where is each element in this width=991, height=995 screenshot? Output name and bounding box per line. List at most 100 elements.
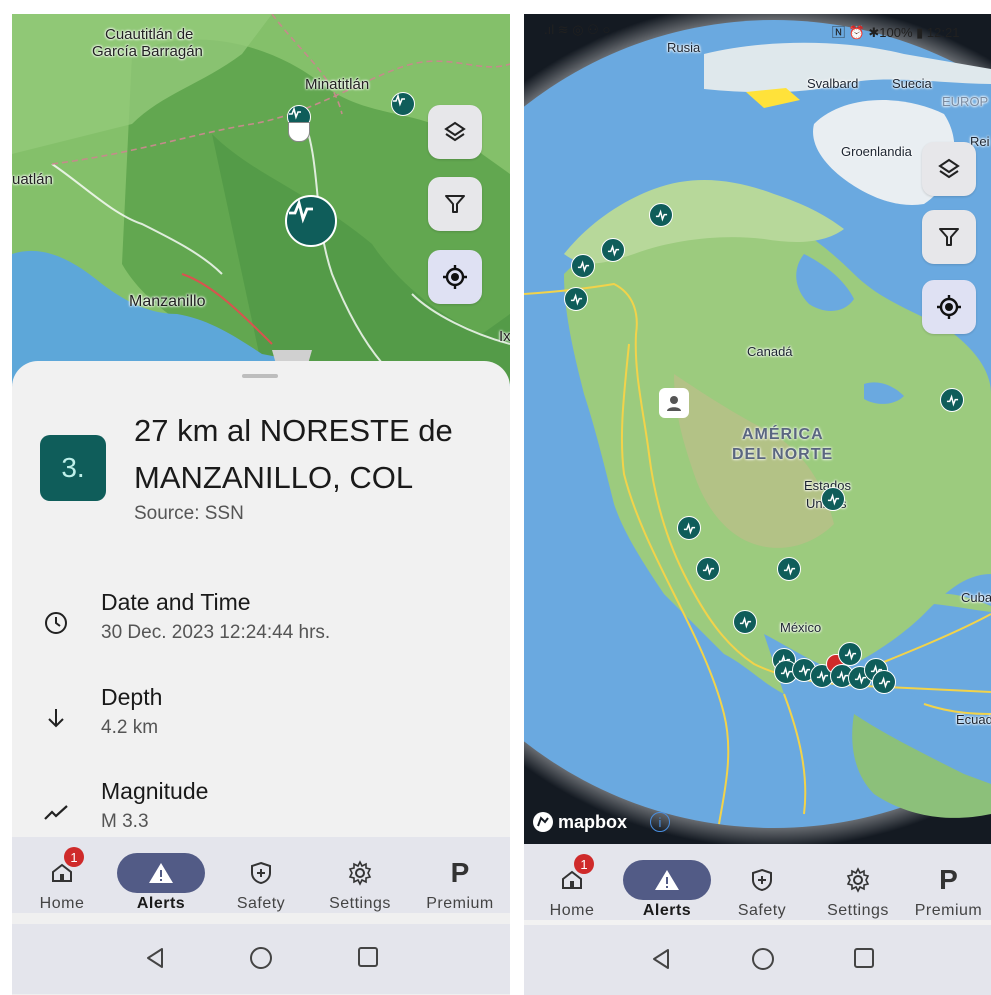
mapbox-logo: mapbox [532,810,627,834]
earthquake-marker[interactable] [571,254,595,278]
place-label: García Barragán [92,43,203,60]
selected-earthquake-marker[interactable] [285,195,337,247]
info-value: 30 Dec. 2023 12:24:44 hrs. [101,622,331,643]
globe-map-view[interactable]: .ıl ≋ ◎ ⚇ ○ 🄽 ⏰ ✱100% ▮ 12:21 Rusia Sval… [524,14,991,844]
map-info-button[interactable]: i [650,812,670,832]
bottom-navigation: 1 Home Alerts Safety Settings P Premium [524,844,991,920]
earthquake-marker[interactable] [872,670,896,694]
place-label: Ecuad [956,712,991,727]
system-navigation-bar [524,925,991,995]
premium-icon: P [450,857,470,888]
back-icon[interactable] [144,946,166,970]
nav-label: Home [549,902,595,919]
home-circle-icon[interactable] [751,947,775,971]
place-label: Manzanillo [129,293,206,310]
place-label: Minatitlán [305,76,370,93]
info-value: 4.2 km [101,717,159,738]
nav-safety[interactable]: Safety [213,837,309,913]
earthquake-marker[interactable] [564,287,588,311]
earthquake-marker[interactable] [733,610,757,634]
earthquake-marker[interactable] [777,557,801,581]
nav-label: Home [39,895,85,912]
earthquake-marker[interactable] [677,516,701,540]
locate-button[interactable] [922,280,976,334]
seismic-wave-icon [289,106,301,120]
nav-label: Settings [329,895,391,912]
info-label: Depth [101,684,163,710]
gear-icon [348,860,372,886]
info-row-date-time: Date and Time 30 Dec. 2023 12:24:44 hrs. [12,589,510,649]
earthquake-marker[interactable] [391,92,415,116]
nav-icon-container: 1 [528,854,616,900]
place-label: Canadá [747,344,793,359]
back-icon[interactable] [650,947,672,971]
info-value: M 3.3 [101,811,149,832]
nav-alerts[interactable]: Alerts [619,844,715,920]
person-icon [667,396,681,411]
earthquake-marker[interactable] [649,203,673,227]
seismic-wave-icon [836,669,848,683]
drag-handle[interactable] [242,374,278,378]
nav-home[interactable]: 1 Home [14,837,110,913]
seismic-wave-icon [655,208,667,222]
seismic-wave-icon [702,562,714,576]
nav-label: Alerts [136,895,186,912]
nav-label: Safety [737,902,787,919]
nav-home[interactable]: 1 Home [524,844,620,920]
seismic-wave-icon [393,93,405,107]
earthquake-marker[interactable] [696,557,720,581]
place-label: Rusia [667,40,701,55]
warning-icon [655,870,679,890]
nav-settings[interactable]: Settings [312,837,408,913]
magnitude-badge: 3. [40,435,106,501]
event-location-title: 27 km al NORESTE de MANZANILLO, COL [134,413,453,495]
nav-label: Premium [914,902,983,919]
left-screen: Cuautitlán de García Barragán Minatitlán… [12,14,510,995]
recents-icon[interactable] [853,947,875,969]
nav-alerts[interactable]: Alerts [113,837,209,913]
nav-premium[interactable]: P Premium [906,844,991,920]
seismic-wave-icon [783,562,795,576]
locate-button[interactable] [428,250,482,304]
nav-label: Alerts [642,902,692,919]
nav-safety[interactable]: Safety [714,844,810,920]
nav-settings[interactable]: Settings [810,844,906,920]
nav-premium[interactable]: P Premium [412,837,508,913]
home-circle-icon[interactable] [249,946,273,970]
filter-button[interactable] [922,210,976,264]
region-label: AMÉRICA [742,426,824,443]
earthquake-marker[interactable] [838,642,862,666]
trend-icon [42,798,70,826]
seismic-wave-icon [878,675,890,689]
seismic-wave-icon [577,259,589,273]
status-right: 🄽 ⏰ ✱100% ▮ 12:21 [832,25,960,40]
status-left: .ıl ≋ ◎ ⚇ ○ [544,22,611,37]
mapbox-icon [533,812,553,832]
earthquake-marker[interactable] [821,487,845,511]
arrow-down-icon [42,704,70,732]
layers-button[interactable] [428,105,482,159]
info-label: Magnitude [101,778,209,804]
layers-icon [444,121,466,142]
layers-button[interactable] [922,142,976,196]
place-label: Ix [499,328,510,345]
seismic-wave-icon [683,521,695,535]
place-label: Cuautitlán de [105,26,194,43]
warning-icon [149,863,173,883]
region-label: DEL NORTE [732,446,834,463]
filter-button[interactable] [428,177,482,231]
nav-icon-container [814,860,902,900]
nav-icon-container: P [416,853,504,893]
nav-icon-container [623,860,711,900]
seismic-wave-icon [289,198,313,224]
nav-icon-container [117,853,205,893]
seismic-wave-icon [798,663,810,677]
earthquake-marker[interactable] [940,388,964,412]
recents-icon[interactable] [357,946,379,968]
filter-icon [939,228,959,246]
place-label: Svalbard [807,76,859,91]
place-label: México [780,620,822,635]
info-row-magnitude: Magnitude M 3.3 [12,778,510,838]
earthquake-marker[interactable] [601,238,625,262]
user-location-marker[interactable] [659,388,689,418]
